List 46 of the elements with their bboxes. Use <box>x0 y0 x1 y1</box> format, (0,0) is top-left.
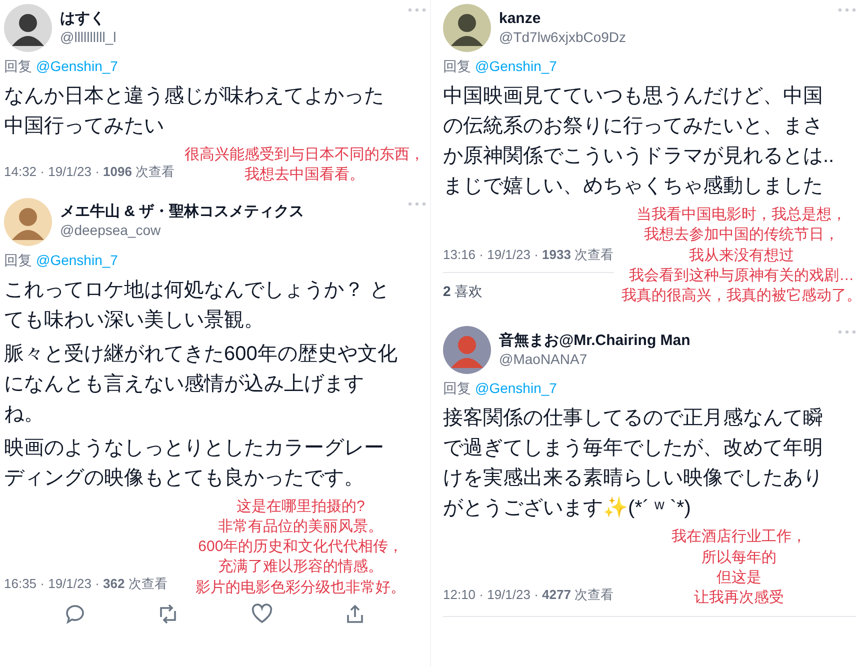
translation-text: 很高兴能感受到与日本不同的东西， <box>184 145 424 165</box>
tweet-text: なんか日本と違う感じが味わえてよかった中国行ってみたい <box>4 84 385 139</box>
avatar[interactable] <box>4 4 52 52</box>
reply-label: 回复 <box>4 57 32 76</box>
translation-text: 让我再次感受 <box>694 588 784 608</box>
tweet-text: 中国映画見てていつも思うんだけど、中国の伝統系のお祭りに行ってみたいと、まさか原神関係でこういうドラマが見れるとは..まじで嬉しい、めちゃくちゃ感動しました <box>443 84 836 199</box>
translation-text: 我会看到这种与原神有关的戏剧… <box>629 266 854 286</box>
translation-text: 当我看中国电影时，我总是想， <box>636 205 847 225</box>
user-handle[interactable]: @MaoNANA7 <box>499 350 588 368</box>
translation-text: 充满了难以形容的情感。 <box>218 557 384 578</box>
mention-link[interactable]: @Genshin_7 <box>36 56 118 77</box>
tweet-meta: 14:32 · 19/1/23 · 1096 次查看 <box>4 163 175 181</box>
tweet-text: これってロケ地は何処なんでしょうか？ とても味わい深い美しい景観。 <box>4 278 391 332</box>
user-name[interactable]: はすく <box>60 10 105 29</box>
mention-link[interactable]: @Genshin_7 <box>475 378 557 400</box>
tweet-meta: 13:16 · 19/1/23 · 1933 次查看 <box>443 246 614 264</box>
translation-text: 我想去中国看看。 <box>244 165 364 186</box>
tweet-text: 接客関係の仕事してるので正月感なんて瞬で過ぎてしまう毎年でしたが、改めて年明けを実感出来る素晴らしい映像でしたありがとうございます✨(*´ ʷ `*) <box>443 406 824 522</box>
reply-label: 回复 <box>443 57 471 76</box>
user-name[interactable]: 音無まお@Mr.Chairing Man <box>499 332 690 351</box>
translation-text: 我想去参加中国的传统节日， <box>644 225 840 246</box>
user-name[interactable]: メエ牛山 & ザ・聖林コスメティクス <box>60 203 304 222</box>
user-handle[interactable]: @deepsea_cow <box>60 222 161 240</box>
tweet-text: 脈々と受け継がれてきた600年の歴史や文化になんとも言えない感情が込み上げますね。 <box>4 342 398 426</box>
translation-text: 我真的很高兴，我真的被它感动了。 <box>622 286 862 306</box>
tweet-text: 映画のようなしっとりとしたカラーグレーディングの映像もとても良かったです。 <box>4 436 385 490</box>
like-icon[interactable] <box>250 602 274 626</box>
avatar[interactable] <box>443 4 491 52</box>
likes-count[interactable]: 2 喜欢 <box>443 281 483 302</box>
reply-label: 回复 <box>4 250 32 270</box>
tweet-meta: 16:35 · 19/1/23 · 362 次查看 <box>4 575 168 594</box>
mention-link[interactable]: @Genshin_7 <box>36 250 118 270</box>
translation-text: 600年的历史和文化代代相传， <box>198 537 404 557</box>
translation-text: 我从来没有想过 <box>689 246 794 266</box>
translation-text: 非常有品位的美丽风景。 <box>218 516 384 537</box>
user-handle[interactable]: @llllllllll_l <box>60 28 116 46</box>
translation-text: 这是在哪里拍摄的? <box>236 496 365 516</box>
translation-text: 但这是 <box>716 568 762 588</box>
mention-link[interactable]: @Genshin_7 <box>475 56 557 77</box>
translation-text: 所以每年的 <box>701 548 776 568</box>
tweet-meta: 12:10 · 19/1/23 · 4277 次查看 <box>443 586 614 604</box>
reply-label: 回复 <box>443 379 471 398</box>
translation-text: 我在酒店行业工作， <box>671 527 806 548</box>
user-handle[interactable]: @Td7lw6xjxbCo9Dz <box>499 28 626 46</box>
user-name[interactable]: kanze <box>499 10 541 29</box>
translation-text: 影片的电影色彩分级也非常好。 <box>196 578 406 598</box>
